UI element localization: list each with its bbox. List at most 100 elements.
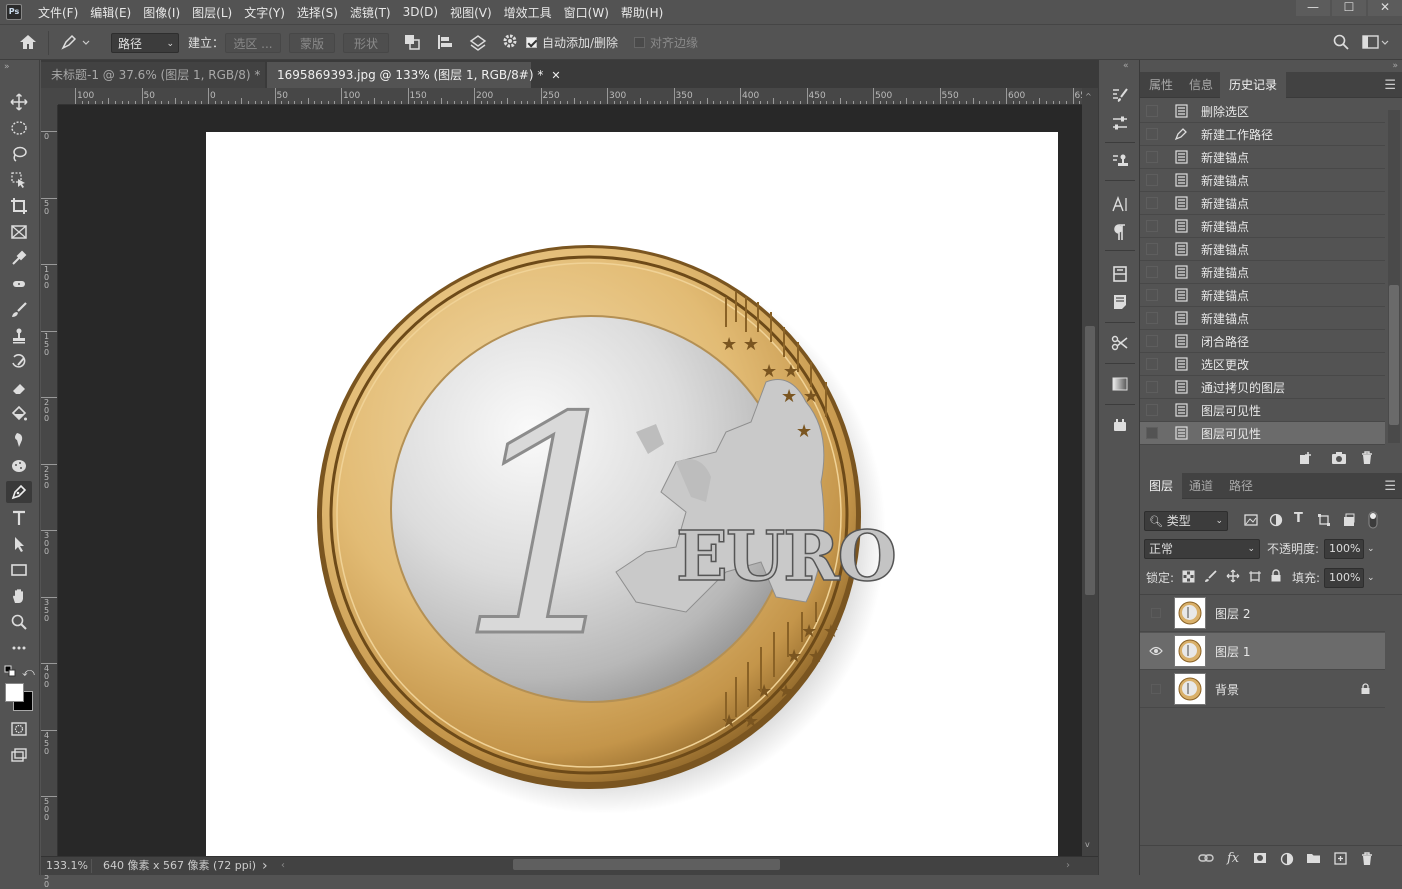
blend-mode-select[interactable]: 正常 ⌄ — [1144, 539, 1260, 559]
auto-add-delete-checkbox[interactable]: 自动添加/删除 — [526, 33, 618, 53]
menu-help[interactable]: 帮助(H) — [615, 4, 669, 21]
shape-button[interactable]: 形状 — [343, 33, 389, 53]
filter-smart-object-icon[interactable] — [1342, 513, 1356, 531]
horizontal-scroll-thumb[interactable] — [513, 859, 780, 870]
menu-plugins[interactable]: 增效工具 — [498, 4, 558, 21]
trash-icon[interactable] — [1360, 451, 1374, 469]
workspace-icon[interactable] — [1362, 33, 1390, 53]
history-item[interactable]: 新建锚点 — [1140, 284, 1385, 307]
canvas-area[interactable]: ★ ★ ★ ★ ★ ★ ★ ★ ★ ★ ★ ★ ★ ★ ★ EURO 1 — [58, 105, 1082, 856]
pen-tool-icon[interactable] — [6, 481, 32, 503]
history-snapshot-checkbox[interactable] — [1146, 289, 1158, 301]
history-scroll-thumb[interactable] — [1389, 285, 1399, 425]
restore-button[interactable]: ☐ — [1332, 0, 1366, 16]
scroll-up-icon[interactable]: ^ — [1085, 92, 1092, 101]
camera-icon[interactable] — [1331, 451, 1347, 469]
history-snapshot-checkbox[interactable] — [1146, 197, 1158, 209]
tab-document-untitled[interactable]: 未标题-1 @ 37.6% (图层 1, RGB/8) *✕ — [41, 62, 278, 88]
pen-tool-preset-icon[interactable] — [60, 33, 90, 53]
layer-name[interactable]: 图层 2 — [1215, 605, 1250, 622]
eye-icon[interactable] — [1148, 644, 1164, 658]
menu-filter[interactable]: 滤镜(T) — [344, 4, 397, 21]
layer-name[interactable]: 背景 — [1215, 681, 1239, 698]
vertical-scroll-thumb[interactable] — [1085, 326, 1095, 595]
history-scrollbar[interactable] — [1388, 110, 1400, 443]
history-snapshot-checkbox[interactable] — [1146, 381, 1158, 393]
paint-bucket-tool-icon[interactable] — [6, 403, 32, 425]
tab-history[interactable]: 历史记录 — [1220, 72, 1287, 98]
history-snapshot-checkbox[interactable] — [1146, 151, 1158, 163]
layer-row[interactable]: 图层 2 — [1140, 595, 1385, 632]
menu-edit[interactable]: 编辑(E) — [84, 4, 137, 21]
status-menu-arrow[interactable]: › — [262, 857, 268, 875]
align-edges-checkbox[interactable]: 对齐边缘 — [634, 33, 698, 53]
character-panel-icon[interactable] — [1108, 193, 1132, 215]
minimize-button[interactable]: — — [1296, 0, 1330, 16]
horizontal-ruler[interactable]: 100 50 0 50 100 150 200 250 300 350 400 450 500 550 60… — [58, 88, 1134, 105]
fx-icon[interactable]: fx — [1227, 851, 1239, 866]
type-tool-icon[interactable] — [6, 507, 32, 529]
tab-properties[interactable]: 属性 — [1140, 72, 1182, 98]
zoom-level[interactable]: 133.1% — [46, 857, 88, 875]
history-item[interactable]: 新建锚点 — [1140, 238, 1385, 261]
filter-adjustment-icon[interactable] — [1269, 513, 1283, 531]
actions-icon[interactable] — [1108, 414, 1132, 436]
history-item[interactable]: 图层可见性 — [1140, 399, 1385, 422]
layer-filter-select[interactable]: 🔍︎ 类型 ⌄ — [1144, 511, 1228, 531]
menu-select[interactable]: 选择(S) — [291, 4, 344, 21]
lock-artboard-icon[interactable] — [1248, 570, 1262, 587]
document-canvas[interactable]: ★ ★ ★ ★ ★ ★ ★ ★ ★ ★ ★ ★ ★ ★ ★ EURO 1 — [206, 132, 1058, 856]
lock-transparent-pixels-icon[interactable] — [1182, 570, 1195, 587]
history-item[interactable]: 新建锚点 — [1140, 169, 1385, 192]
history-snapshot-checkbox[interactable] — [1146, 174, 1158, 186]
history-snapshot-checkbox[interactable] — [1146, 358, 1158, 370]
scroll-right-icon[interactable]: › — [1066, 857, 1070, 875]
mask-icon[interactable] — [1253, 852, 1267, 868]
layer-row[interactable]: 背景 — [1140, 671, 1385, 708]
fill-dropdown-icon[interactable]: ⌄ — [1367, 567, 1375, 589]
lock-position-icon[interactable] — [1226, 569, 1240, 587]
history-snapshot-checkbox[interactable] — [1146, 312, 1158, 324]
menu-image[interactable]: 图像(I) — [137, 4, 186, 21]
tab-channels[interactable]: 通道 — [1180, 473, 1222, 499]
selection-button[interactable]: 选区 ... — [225, 33, 281, 53]
lock-all-icon[interactable] — [1270, 569, 1282, 586]
history-item[interactable]: 新建锚点 — [1140, 307, 1385, 330]
hand-tool-icon[interactable] — [6, 585, 32, 607]
layer-name[interactable]: 图层 1 — [1215, 643, 1250, 660]
history-snapshot-checkbox[interactable] — [1146, 220, 1158, 232]
close-icon[interactable]: ✕ — [551, 69, 560, 82]
layer-row[interactable]: 图层 1 — [1140, 633, 1385, 670]
filter-shape-icon[interactable] — [1317, 513, 1331, 531]
smudge-tool-icon[interactable] — [6, 429, 32, 451]
adjustments-icon[interactable] — [1108, 112, 1132, 134]
quick-mask-icon[interactable] — [6, 718, 32, 740]
more-tools-icon[interactable] — [6, 637, 32, 659]
history-item[interactable]: 图层可见性 — [1140, 422, 1385, 445]
scroll-down-icon[interactable]: v — [1085, 840, 1090, 849]
sponge-tool-icon[interactable] — [6, 455, 32, 477]
clone-source-icon[interactable] — [1108, 150, 1132, 172]
menu-layer[interactable]: 图层(L) — [186, 4, 238, 21]
close-button[interactable]: ✕ — [1368, 0, 1402, 16]
menu-window[interactable]: 窗口(W) — [558, 4, 615, 21]
search-icon[interactable] — [1332, 33, 1350, 53]
tool-presets-icon[interactable] — [1108, 332, 1132, 354]
move-tool-icon[interactable] — [6, 91, 32, 113]
history-item[interactable]: 新建工作路径 — [1140, 123, 1385, 146]
history-snapshot-checkbox[interactable] — [1146, 427, 1158, 439]
visibility-toggle[interactable] — [1148, 682, 1164, 696]
history-item[interactable]: 选区更改 — [1140, 353, 1385, 376]
lock-image-pixels-icon[interactable] — [1204, 570, 1217, 587]
tab-info[interactable]: 信息 — [1180, 72, 1222, 98]
history-snapshot-checkbox[interactable] — [1146, 404, 1158, 416]
scroll-left-icon[interactable]: ‹ — [281, 857, 285, 875]
history-brush-tool-icon[interactable] — [6, 351, 32, 373]
new-layer-icon[interactable] — [1334, 852, 1347, 869]
menu-type[interactable]: 文字(Y) — [238, 4, 291, 21]
eyedropper-tool-icon[interactable] — [6, 247, 32, 269]
history-item[interactable]: 新建锚点 — [1140, 192, 1385, 215]
path-arrangement-icon[interactable] — [468, 33, 488, 53]
collapse-icon[interactable]: » — [1392, 61, 1398, 71]
paragraph-panel-icon[interactable] — [1108, 221, 1132, 243]
